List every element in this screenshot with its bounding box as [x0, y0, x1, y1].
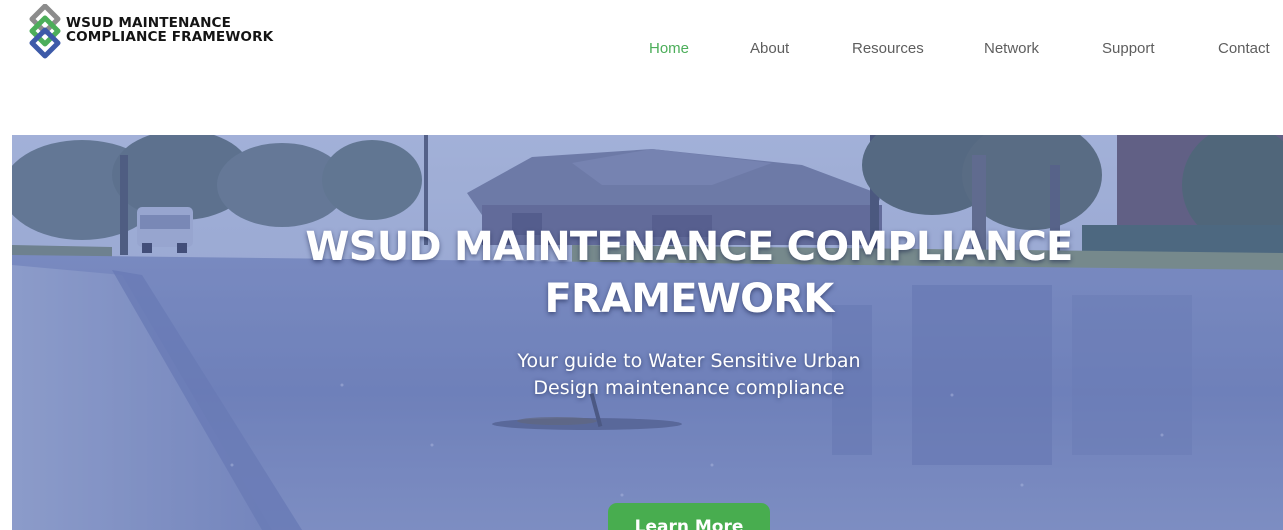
hero-subtitle-line2: Design maintenance compliance	[533, 377, 845, 399]
nav-item-contact[interactable]: Contact	[1218, 40, 1270, 57]
nav-item-about[interactable]: About	[750, 40, 789, 57]
brand-name-line1: WSUD MAINTENANCE	[66, 15, 232, 31]
hero-color-overlay	[12, 135, 1283, 530]
hero-subtitle: Your guide to Water Sensitive Urban Desi…	[12, 348, 1283, 402]
site-header: WSUD MAINTENANCE COMPLIANCE FRAMEWORK Ho…	[0, 0, 1283, 135]
hero-title-line2: FRAMEWORK	[544, 276, 835, 322]
hero-title: WSUD MAINTENANCE COMPLIANCE FRAMEWORK	[12, 221, 1283, 325]
hero-subtitle-line1: Your guide to Water Sensitive Urban	[517, 350, 861, 372]
hero-banner: WSUD MAINTENANCE COMPLIANCE FRAMEWORK Yo…	[12, 135, 1283, 530]
nav-item-network[interactable]: Network	[984, 40, 1039, 57]
learn-more-button[interactable]: Learn More	[608, 503, 770, 530]
nav-item-resources[interactable]: Resources	[852, 40, 924, 57]
nav-item-home[interactable]: Home	[649, 40, 689, 57]
main-nav: Home About Resources Network Support Con…	[0, 40, 1283, 60]
hero-title-line1: WSUD MAINTENANCE COMPLIANCE	[305, 224, 1073, 270]
nav-item-support[interactable]: Support	[1102, 40, 1155, 57]
